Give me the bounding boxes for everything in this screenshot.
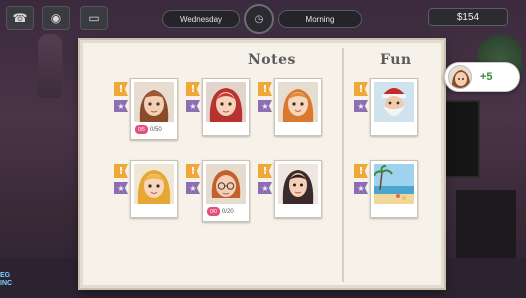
portrait-brown-hair bbox=[134, 82, 174, 122]
day-display: Wednesday bbox=[162, 10, 240, 28]
card-progress: 0/20 bbox=[222, 208, 234, 215]
desk bbox=[456, 190, 516, 260]
avatar bbox=[448, 65, 472, 89]
card-beach[interactable] bbox=[370, 160, 418, 218]
panel-divider bbox=[342, 48, 344, 282]
portrait-santa bbox=[374, 82, 414, 122]
tv bbox=[440, 100, 480, 178]
studio-logo: EG INC bbox=[0, 272, 13, 287]
laptop-icon[interactable]: ▭ bbox=[80, 6, 108, 30]
camera-icon[interactable]: ◉ bbox=[42, 6, 70, 30]
reward-value: +5 bbox=[480, 71, 493, 83]
heart-badge: 0/0 bbox=[207, 207, 220, 216]
reward-popup: +5 bbox=[444, 62, 520, 92]
heart-badge: 0/5 bbox=[135, 125, 148, 134]
time-display: Morning bbox=[278, 10, 362, 28]
card-brown-hair-girl[interactable]: 0/5 0/50 bbox=[130, 78, 178, 140]
portrait-glasses bbox=[206, 164, 246, 204]
notes-title: Notes bbox=[248, 52, 296, 68]
card-ginger-girl[interactable] bbox=[274, 78, 322, 136]
fun-title: Fun bbox=[380, 52, 412, 68]
portrait-ginger bbox=[278, 82, 318, 122]
clock-icon[interactable]: ◷ bbox=[244, 4, 274, 34]
lamp bbox=[38, 34, 62, 98]
picture-beach bbox=[374, 164, 414, 204]
portrait-blonde bbox=[134, 164, 174, 204]
card-blonde-girl[interactable] bbox=[130, 160, 178, 218]
card-progress: 0/50 bbox=[150, 126, 162, 133]
portrait-red-hair bbox=[206, 82, 246, 122]
card-santa[interactable] bbox=[370, 78, 418, 136]
card-red-hair-girl[interactable] bbox=[202, 78, 250, 136]
portrait-dark-hair bbox=[278, 164, 318, 204]
phone-icon[interactable]: ☎ bbox=[6, 6, 34, 30]
card-glasses-girl[interactable]: 0/0 0/20 bbox=[202, 160, 250, 222]
card-dark-hair-girl[interactable] bbox=[274, 160, 322, 218]
money-display: $154 bbox=[428, 8, 508, 26]
